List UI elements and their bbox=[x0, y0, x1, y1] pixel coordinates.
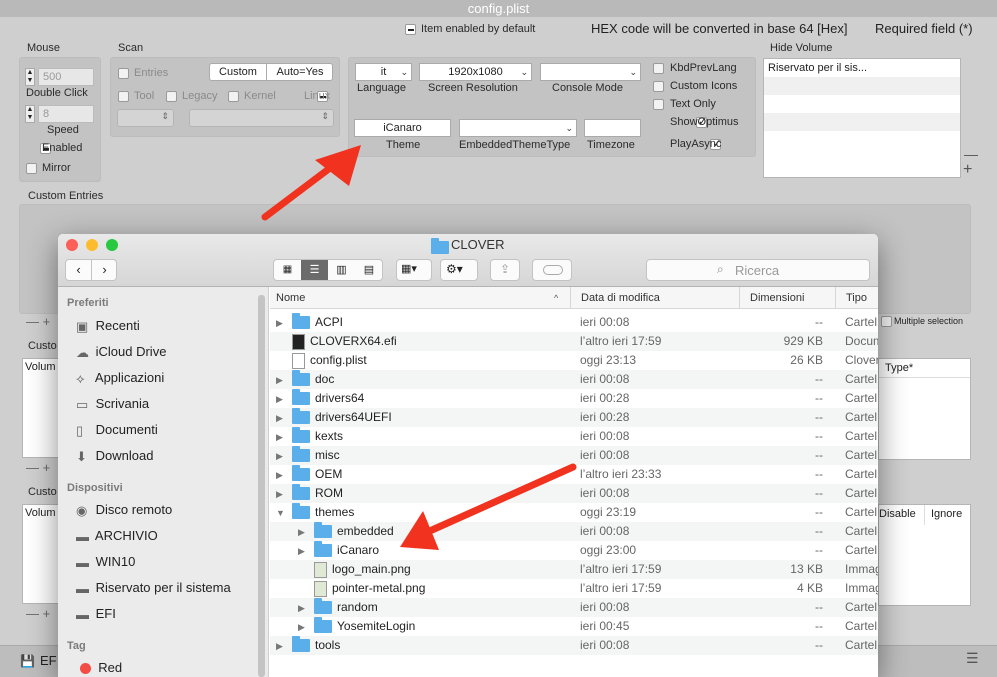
annotation-arrows bbox=[261, 145, 577, 550]
arrow-to-icanaro bbox=[400, 463, 577, 550]
arrow-to-theme bbox=[261, 145, 361, 221]
